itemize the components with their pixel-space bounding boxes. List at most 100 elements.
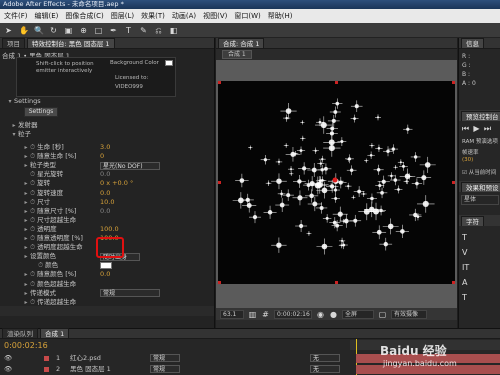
property-row[interactable]: ▸ ⏱ 随意生命 [%]: [22, 152, 76, 161]
pen-tool-icon[interactable]: ✒: [109, 26, 118, 35]
eraser-tool-icon[interactable]: ◧: [169, 26, 178, 35]
property-value[interactable]: 100.0: [100, 225, 119, 234]
expand-arrow-icon[interactable]: ▸: [22, 198, 30, 207]
tab-effects[interactable]: 效果和预设: [461, 182, 500, 192]
expand-arrow-icon[interactable]: ▸: [22, 289, 30, 298]
from-current-checkbox[interactable]: ☑ 从当前时间: [462, 168, 496, 176]
rotate-tool-icon[interactable]: ↻: [49, 26, 58, 35]
property-row[interactable]: ▸ 设置颜色: [22, 252, 56, 261]
zoom-tool-icon[interactable]: 🔍: [34, 26, 44, 35]
expand-arrow-icon[interactable]: ▸: [10, 121, 18, 130]
tab-composition[interactable]: 合成: 合成 1: [218, 38, 265, 48]
expand-arrow-icon[interactable]: ▸: [22, 225, 30, 234]
property-row[interactable]: ⏱ 颜色: [30, 261, 58, 270]
visibility-eye-icon[interactable]: 👁: [4, 354, 12, 363]
property-value[interactable]: 0.0: [100, 207, 110, 216]
effects-search-input[interactable]: 星体: [461, 195, 499, 205]
tab-info[interactable]: 信息: [461, 38, 484, 48]
timeline-timecode[interactable]: 0:00:02:16: [4, 341, 48, 350]
expand-arrow-icon[interactable]: ▸: [22, 143, 30, 152]
property-row[interactable]: ▸ ⏱ 透明度超越生命: [22, 243, 82, 252]
collapse-arrow-icon[interactable]: ▾: [10, 130, 18, 139]
emitter-center-point[interactable]: [332, 177, 338, 183]
property-row[interactable]: ▸ ⏱ 旋转速度: [22, 189, 63, 198]
menu-animation[interactable]: 动画(A): [172, 11, 196, 21]
expand-arrow-icon[interactable]: ▸: [22, 207, 30, 216]
tab-effect-controls[interactable]: 特效控制台: 黑色 固态层 1: [27, 38, 115, 48]
menu-effect[interactable]: 效果(T): [141, 11, 165, 21]
expand-arrow-icon[interactable]: ▾: [6, 97, 14, 106]
region-icon[interactable]: ▢: [378, 310, 387, 319]
viewer-timecode[interactable]: 0:00:02:16: [274, 309, 312, 319]
layer-mode-select[interactable]: 常规: [150, 365, 180, 373]
expand-arrow-icon[interactable]: ▸: [22, 234, 30, 243]
handle-top-right[interactable]: [452, 81, 455, 84]
layer-name[interactable]: 红心2.psd: [70, 354, 101, 363]
text-tool-icon[interactable]: T: [124, 26, 133, 35]
layer-trackmatte-select[interactable]: 无: [310, 354, 340, 362]
handle-bottom-middle[interactable]: [335, 281, 338, 284]
layer-color-label[interactable]: [44, 356, 49, 361]
particle-canvas[interactable]: [218, 81, 455, 284]
first-frame-icon[interactable]: ⏮: [461, 124, 470, 133]
emitter-group[interactable]: ▸ 发射器: [10, 121, 37, 130]
snapshot-icon[interactable]: ◉: [316, 310, 325, 319]
tab-preview[interactable]: 预览控制台: [461, 111, 500, 121]
property-row[interactable]: ▸ ⏱ 颜色超越生命: [22, 280, 76, 289]
grid-icon[interactable]: #: [261, 310, 270, 319]
settings-group[interactable]: ▾ Settings: [6, 97, 40, 106]
camera-select[interactable]: 有效摄像: [391, 309, 427, 319]
camera-tool-icon[interactable]: ▣: [64, 26, 73, 35]
expand-arrow-icon[interactable]: ▸: [22, 152, 30, 161]
property-value[interactable]: 0.0: [100, 170, 110, 179]
handle-top-left[interactable]: [218, 81, 221, 84]
property-row[interactable]: ⏱ 星光旋转: [22, 170, 63, 179]
menu-help[interactable]: 帮助(H): [268, 11, 293, 21]
settings-button[interactable]: Settings: [24, 107, 58, 117]
visibility-eye-icon[interactable]: 👁: [4, 365, 12, 374]
menu-layer[interactable]: 图层(L): [111, 11, 134, 21]
property-row[interactable]: ▸ ⏱ 生命 [秒]: [22, 143, 63, 152]
layer-name[interactable]: 黑色 固态层 1: [70, 365, 111, 374]
property-row[interactable]: ▸ ⏱ 传递超越生命: [22, 298, 76, 307]
property-dropdown[interactable]: 星光(No DOF): [100, 161, 160, 170]
handle-left-middle[interactable]: [218, 181, 221, 184]
stamp-tool-icon[interactable]: ⎌: [154, 26, 163, 35]
zoom-select[interactable]: 63.1: [220, 309, 244, 319]
view-select[interactable]: 全屏: [342, 309, 374, 319]
frame-rate-value[interactable]: (30): [462, 157, 473, 163]
timeline-layer-row[interactable]: 👁 1 红心2.psd 常规 无: [0, 354, 350, 363]
expand-arrow-icon[interactable]: ▸: [22, 243, 30, 252]
expand-arrow-icon[interactable]: ▸: [22, 189, 30, 198]
timeline-layer-row[interactable]: 👁 2 黑色 固态层 1 常规 无: [0, 365, 350, 374]
property-row[interactable]: ▸ ⏱ 随意颜色 [%]: [22, 270, 76, 279]
expand-arrow-icon[interactable]: ▸: [22, 216, 30, 225]
handle-top-middle[interactable]: [335, 81, 338, 84]
play-icon[interactable]: ▶: [472, 124, 481, 133]
brush-tool-icon[interactable]: ✎: [139, 26, 148, 35]
pan-behind-tool-icon[interactable]: ⊕: [79, 26, 88, 35]
layer-mode-select[interactable]: 常规: [150, 354, 180, 362]
handle-bottom-left[interactable]: [218, 281, 221, 284]
property-row[interactable]: ▸ 传递模式: [22, 289, 56, 298]
menu-edit[interactable]: 编辑(E): [35, 11, 59, 21]
property-row[interactable]: ▸ ⏱ 尺寸: [22, 198, 50, 207]
layer-color-label[interactable]: [44, 367, 49, 372]
handle-bottom-right[interactable]: [452, 281, 455, 284]
channel-icon[interactable]: ●: [329, 310, 338, 319]
resolution-icon[interactable]: ▥: [248, 310, 257, 319]
selection-tool-icon[interactable]: ➤: [4, 26, 13, 35]
tab-comp-1[interactable]: 合成 1: [40, 328, 70, 338]
property-row[interactable]: ▸ 粒子类型: [22, 161, 56, 170]
expand-arrow-icon[interactable]: ▸: [22, 161, 30, 170]
property-value[interactable]: 10.0: [100, 198, 114, 207]
tab-render-queue[interactable]: 渲染队列: [2, 328, 38, 338]
expand-arrow-icon[interactable]: ▸: [22, 252, 30, 261]
expand-arrow-icon[interactable]: ▸: [22, 179, 30, 188]
property-value[interactable]: 0.0: [100, 270, 110, 279]
color-swatch[interactable]: [100, 262, 112, 270]
handle-right-middle[interactable]: [452, 181, 455, 184]
expand-arrow-icon[interactable]: ▸: [22, 280, 30, 289]
particle-group[interactable]: ▾ 粒子: [10, 130, 31, 139]
property-value[interactable]: 0.0: [100, 189, 110, 198]
